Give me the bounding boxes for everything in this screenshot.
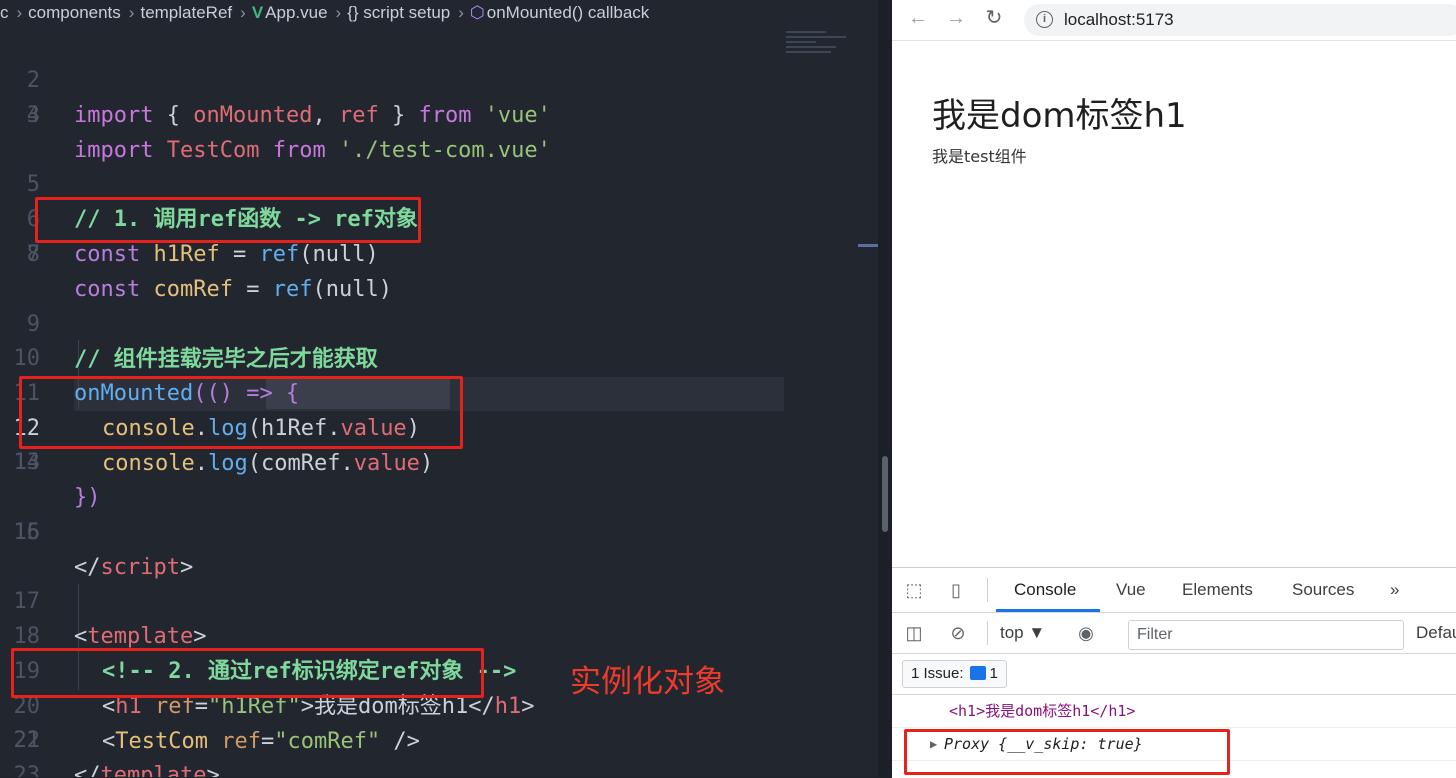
chevron-right-icon: › [335,3,342,22]
device-toggle-icon[interactable]: ▯ [946,580,966,600]
devtools-panel: ⬚ ▯ Console Vue Elements Sources » ◫ ⊘ t… [892,567,1456,778]
line-number: 8 [26,242,40,267]
forward-arrow-icon[interactable]: → [944,6,968,30]
devtools-tabbar: ⬚ ▯ Console Vue Elements Sources » [892,568,1456,613]
code-line[interactable]: 23 [0,758,878,777]
breadcrumb-item[interactable]: components [28,3,121,22]
line-number: 4 [26,103,40,128]
breadcrumb-item[interactable]: c [0,3,9,22]
filter-placeholder: Filter [1137,626,1173,643]
code-line[interactable]: 4 [0,98,878,133]
code-line[interactable]: 9 // 组件挂载完毕之后才能获取 [0,272,878,372]
code-line[interactable]: 22 [0,723,878,758]
code-line[interactable]: 15 </script> [0,480,878,580]
reload-icon[interactable]: ↻ [982,6,1006,30]
eye-icon[interactable]: ◉ [1076,623,1096,643]
tab-elements[interactable]: Elements [1182,580,1253,600]
clear-console-icon[interactable]: ⊘ [948,623,968,643]
code-line[interactable]: 2 import { onMounted, ref } from 'vue' [0,28,878,128]
code-line[interactable]: 18 <!-- 2. 通过ref标识绑定ref对象 --> [0,584,878,684]
breadcrumb-item[interactable]: App.vue [265,3,327,22]
tab-vue[interactable]: Vue [1116,580,1146,600]
more-tabs-button[interactable]: » [1390,580,1399,600]
chevron-right-icon: › [128,3,135,22]
splitter-grip[interactable] [882,456,888,532]
code-editor[interactable]: c › components › templateRef › V App.vue › {} scr… [0,0,878,777]
page-component-text: 我是test组件 [932,147,1027,166]
code-line[interactable]: 10 onMounted(() => { [0,306,878,406]
tab-console[interactable]: Console [1014,580,1076,600]
active-tab-indicator [996,609,1100,612]
sidebar-toggle-icon[interactable]: ◫ [904,623,924,643]
browser-toolbar: ← → ↻ i localhost:5173 [892,0,1456,41]
issues-label: 1 Issue: [911,665,964,682]
info-icon[interactable]: i [1036,11,1053,28]
context-selector[interactable]: top ▼ [1000,623,1045,643]
breadcrumb-item[interactable]: templateRef [140,3,232,22]
highlight-box-console-log [19,376,463,449]
console-toolbar: ◫ ⊘ top ▼ ◉ Filter Defau [892,613,1456,654]
log-h1-element[interactable]: <h1>我是dom标签h1</h1> [949,695,1135,727]
url-text[interactable]: localhost:5173 [1064,10,1174,30]
highlight-box-testcom [11,648,484,698]
annotation-text: 实例化对象 [570,664,725,700]
code-line[interactable]: 16 [0,515,878,550]
issues-row: 1 Issue: 1 [892,654,1456,695]
chevron-right-icon: › [240,3,246,22]
highlight-box-comref-decl [35,197,421,243]
highlight-box-proxy [904,729,1230,775]
filter-input[interactable]: Filter [1128,620,1404,650]
console-log-entry[interactable]: <h1>我是dom标签h1</h1> [892,695,1456,728]
line-number: 22 [13,728,41,753]
code-line[interactable]: 5 // 1. 调用ref函数 -> ref对象 [0,132,878,232]
issues-button[interactable]: 1 Issue: 1 [902,660,1007,688]
breadcrumb-item[interactable]: {} script setup [347,3,450,22]
code-line[interactable]: 3 import TestCom from './test-com.vue' [0,63,878,163]
pane-splitter[interactable] [878,0,892,777]
code-line[interactable]: 14 [0,445,878,480]
line-number: 14 [13,450,41,475]
vue-file-icon: V [251,3,264,22]
tab-sources[interactable]: Sources [1292,580,1354,600]
divider [987,621,988,645]
back-arrow-icon[interactable]: ← [906,6,930,30]
browser-window: ← → ↻ i localhost:5173 我是dom标签h1 我是test组… [892,0,1456,778]
code-line[interactable]: 11 console.log(h1Ref.value) [0,341,878,441]
issues-count: 1 [989,665,998,682]
log-levels-dropdown[interactable]: Defau [1416,623,1456,643]
line-number: 16 [13,520,41,545]
page-heading: 我是dom标签h1 [932,96,1187,136]
issue-message-icon [969,666,986,680]
line-number: 23 [13,763,41,777]
chevron-right-icon: › [458,3,464,22]
code-line[interactable]: 17 <template> [0,549,878,649]
inspect-element-icon[interactable]: ⬚ [904,580,924,600]
breadcrumb-item[interactable]: onMounted() callback [487,3,650,22]
divider [987,578,988,602]
chevron-right-icon: › [16,3,23,22]
breadcrumb: c › components › templateRef › V App.vue › {} scr… [0,0,878,26]
address-bar[interactable]: i localhost:5173 [1024,4,1456,36]
method-cube-icon: ⬡ [469,3,485,22]
